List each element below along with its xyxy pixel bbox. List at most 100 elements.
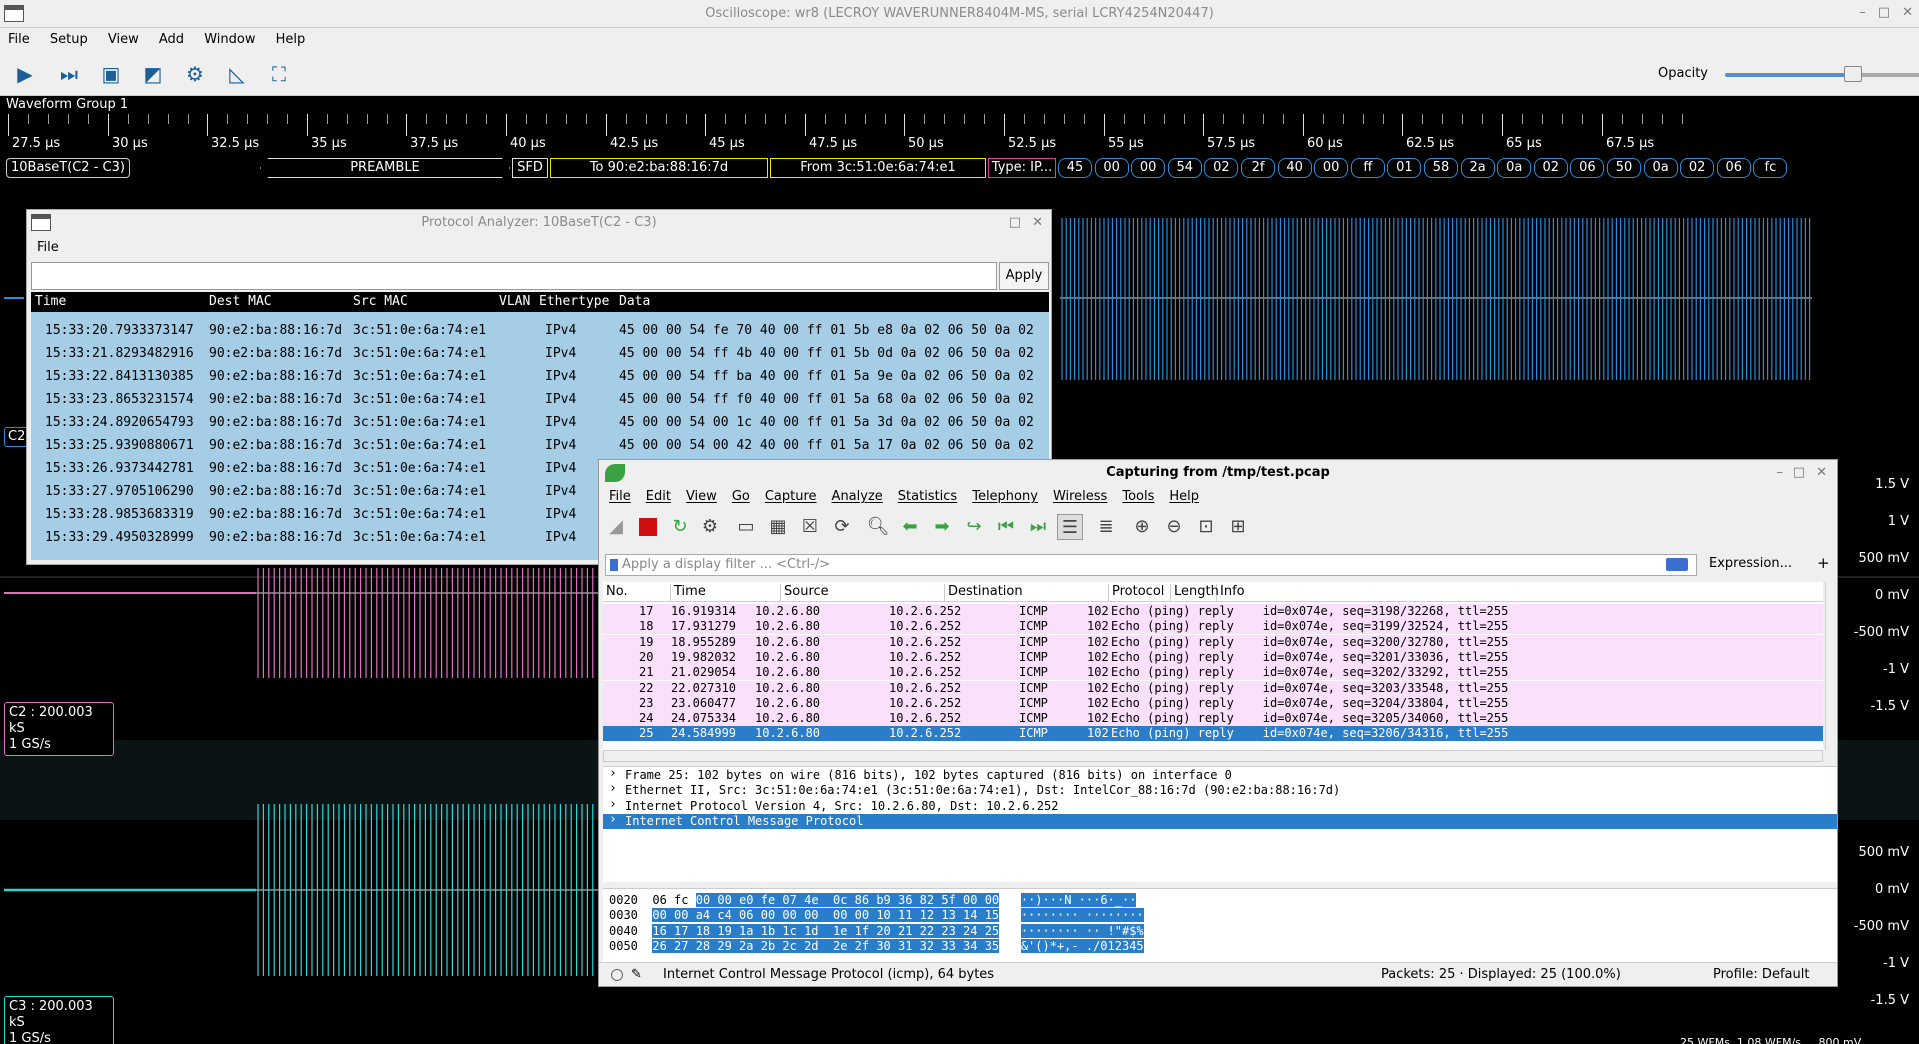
menu-file[interactable]: File — [0, 28, 38, 51]
ws-col-length[interactable]: Length — [1171, 584, 1219, 602]
decode-preamble[interactable]: PREAMBLE — [260, 158, 510, 178]
fit-screen-icon[interactable]: ⛶ — [266, 61, 292, 87]
ws-maximize-icon[interactable]: □ — [1793, 460, 1805, 486]
resize-columns-icon[interactable]: ⊞ — [1225, 514, 1251, 540]
ws-col-time[interactable]: Time — [671, 584, 781, 602]
decode-sfd[interactable]: SFD — [512, 158, 548, 178]
settings-icon[interactable]: ⚙ — [182, 61, 208, 87]
ws-menu-statistics[interactable]: Statistics — [888, 486, 962, 504]
waveform-icon[interactable]: ▣ — [98, 61, 124, 87]
restart-capture-icon[interactable]: ↻ — [667, 514, 693, 540]
ws-menu-telephony[interactable]: Telephony — [962, 486, 1043, 504]
pa-filter-input[interactable] — [31, 262, 997, 290]
close-file-icon[interactable]: ☒ — [797, 514, 823, 540]
decode-byte[interactable]: 45 — [1058, 158, 1092, 178]
close-icon[interactable]: ✕ — [1902, 5, 1913, 20]
ws-detail-row[interactable]: Internet Control Message Protocol — [603, 812, 1837, 829]
pa-col-data[interactable]: Data — [619, 294, 650, 309]
ws-detail-row[interactable]: Ethernet II, Src: 3c:51:0e:6a:74:e1 (3c:… — [603, 781, 1837, 798]
apply-filter-arrow-icon[interactable] — [1666, 558, 1688, 571]
ws-menu-help[interactable]: Help — [1159, 486, 1204, 504]
decode-from-mac[interactable]: From 3c:51:0e:6a:74:e1 — [770, 158, 986, 178]
run-icon[interactable]: ▶ — [12, 61, 38, 87]
last-packet-icon[interactable]: ⏭ — [1025, 514, 1051, 540]
zoom-out-icon[interactable]: ⊖ — [1161, 514, 1187, 540]
go-back-icon[interactable]: ⬅ — [897, 514, 923, 540]
decode-byte[interactable]: 00 — [1314, 158, 1349, 178]
ws-minimize-icon[interactable]: – — [1777, 460, 1784, 486]
first-packet-icon[interactable]: ⏮ — [993, 514, 1019, 540]
pa-apply-button[interactable]: Apply — [999, 262, 1049, 290]
pa-menu-file[interactable]: File — [27, 236, 69, 259]
decode-byte[interactable]: 50 — [1607, 158, 1641, 178]
ws-menu-go[interactable]: Go — [722, 486, 755, 504]
pa-table-row[interactable]: 15:33:25.9390880671 90:e2:ba:88:16:7d 3c:5… — [31, 435, 1049, 458]
ws-menu-wireless[interactable]: Wireless — [1043, 486, 1112, 504]
single-step-icon[interactable]: ⏭ — [56, 61, 82, 87]
menu-help[interactable]: Help — [268, 28, 314, 51]
bookmark-icon[interactable] — [610, 559, 618, 571]
decode-byte[interactable]: 02 — [1533, 158, 1568, 178]
decode-byte[interactable]: ff — [1350, 158, 1385, 178]
decode-byte[interactable]: 06 — [1716, 158, 1751, 178]
ws-col-source[interactable]: Source — [781, 584, 945, 602]
decode-byte[interactable]: 06 — [1570, 158, 1605, 178]
pa-col-time[interactable]: Time — [35, 294, 66, 309]
ws-packet-row[interactable]: 25 24.584999 10.2.6.80 10.2.6.252 ICMP 102 Ech… — [603, 726, 1823, 742]
save-file-icon[interactable]: ▦ — [765, 514, 791, 540]
ws-packet-row[interactable]: 24 24.075334 10.2.6.80 10.2.6.252 ICMP 102 Ech… — [603, 711, 1823, 727]
minimize-icon[interactable]: – — [1859, 5, 1866, 20]
decode-byte[interactable]: 0a — [1643, 158, 1678, 178]
ws-menu-capture[interactable]: Capture — [755, 486, 822, 504]
shark-fin-start-icon[interactable]: ◢ — [603, 514, 629, 540]
autoscroll-icon[interactable]: ☰ — [1057, 514, 1083, 540]
ws-detail-row[interactable]: Frame 25: 102 bytes on wire (816 bits), … — [603, 766, 1837, 783]
open-file-icon[interactable]: ▭ — [733, 514, 759, 540]
decode-byte[interactable]: 00 — [1131, 158, 1166, 178]
ws-col-info[interactable]: Info — [1217, 584, 1817, 602]
pa-maximize-icon[interactable]: □ — [1009, 210, 1021, 236]
ws-status-profile[interactable]: Profile: Default — [1713, 967, 1809, 982]
c3-info-label[interactable]: C3 : 200.003 kS 1 GS/s — [4, 996, 114, 1044]
decode-byte[interactable]: 00 — [1094, 158, 1129, 178]
ws-col-destination[interactable]: Destination — [945, 584, 1109, 602]
ws-packet-list-scrollbar[interactable] — [1825, 582, 1835, 750]
expert-info-icon[interactable] — [611, 969, 623, 981]
ws-menu-file[interactable]: File — [599, 486, 636, 504]
ws-add-filter-button[interactable]: + — [1817, 554, 1830, 572]
ws-expression-button[interactable]: Expression... — [1709, 556, 1792, 571]
pa-col-ethertype[interactable]: Ethertype — [539, 294, 609, 309]
decode-byte[interactable]: 40 — [1277, 158, 1312, 178]
decode-type[interactable]: Type: IP... — [988, 158, 1056, 178]
decode-byte[interactable]: 01 — [1387, 158, 1422, 178]
pa-col-dest[interactable]: Dest MAC — [209, 294, 272, 309]
zoom-in-icon[interactable]: ⊕ — [1129, 514, 1155, 540]
pa-table-row[interactable]: 15:33:23.8653231574 90:e2:ba:88:16:7d 3c:5… — [31, 389, 1049, 412]
ws-col-no[interactable]: No. — [603, 584, 671, 602]
decode-to-mac[interactable]: To 90:e2:ba:88:16:7d — [550, 158, 768, 178]
ws-menu-analyze[interactable]: Analyze — [822, 486, 888, 504]
c2-info-label[interactable]: C2 : 200.003 kS 1 GS/s — [4, 702, 114, 756]
cursor-icon[interactable]: ◺ — [224, 61, 250, 87]
decode-byte[interactable]: 02 — [1680, 158, 1715, 178]
edit-comment-icon[interactable]: ✎ — [631, 967, 642, 982]
measure-icon[interactable]: ◩ — [140, 61, 166, 87]
capture-options-icon[interactable]: ⚙ — [697, 514, 723, 540]
reload-icon[interactable]: ⟳ — [829, 514, 855, 540]
decode-name-label[interactable]: 10BaseT(C2 - C3) — [6, 158, 130, 178]
menu-setup[interactable]: Setup — [42, 28, 96, 51]
decode-byte[interactable]: 58 — [1424, 158, 1458, 178]
find-packet-icon[interactable]: 🔍︎ — [865, 514, 891, 540]
ws-packet-row[interactable]: 23 23.060477 10.2.6.80 10.2.6.252 ICMP 102 Ech… — [603, 695, 1823, 711]
ws-packet-row[interactable]: 18 17.931279 10.2.6.80 10.2.6.252 ICMP 102 Ech… — [603, 619, 1823, 635]
ws-packet-list-hscroll[interactable] — [603, 750, 1823, 762]
decode-byte[interactable]: 54 — [1167, 158, 1202, 178]
opacity-slider-thumb[interactable] — [1844, 66, 1862, 82]
go-to-packet-icon[interactable]: ↪ — [961, 514, 987, 540]
ws-packet-row[interactable]: 22 22.027310 10.2.6.80 10.2.6.252 ICMP 102 Ech… — [603, 680, 1823, 696]
ws-menu-edit[interactable]: Edit — [636, 486, 676, 504]
decode-byte[interactable]: 02 — [1204, 158, 1239, 178]
ws-packet-row[interactable]: 19 18.955289 10.2.6.80 10.2.6.252 ICMP 102 Ech… — [603, 634, 1823, 650]
ws-col-protocol[interactable]: Protocol — [1109, 584, 1171, 602]
ws-detail-row[interactable]: Internet Protocol Version 4, Src: 10.2.6… — [603, 797, 1837, 814]
